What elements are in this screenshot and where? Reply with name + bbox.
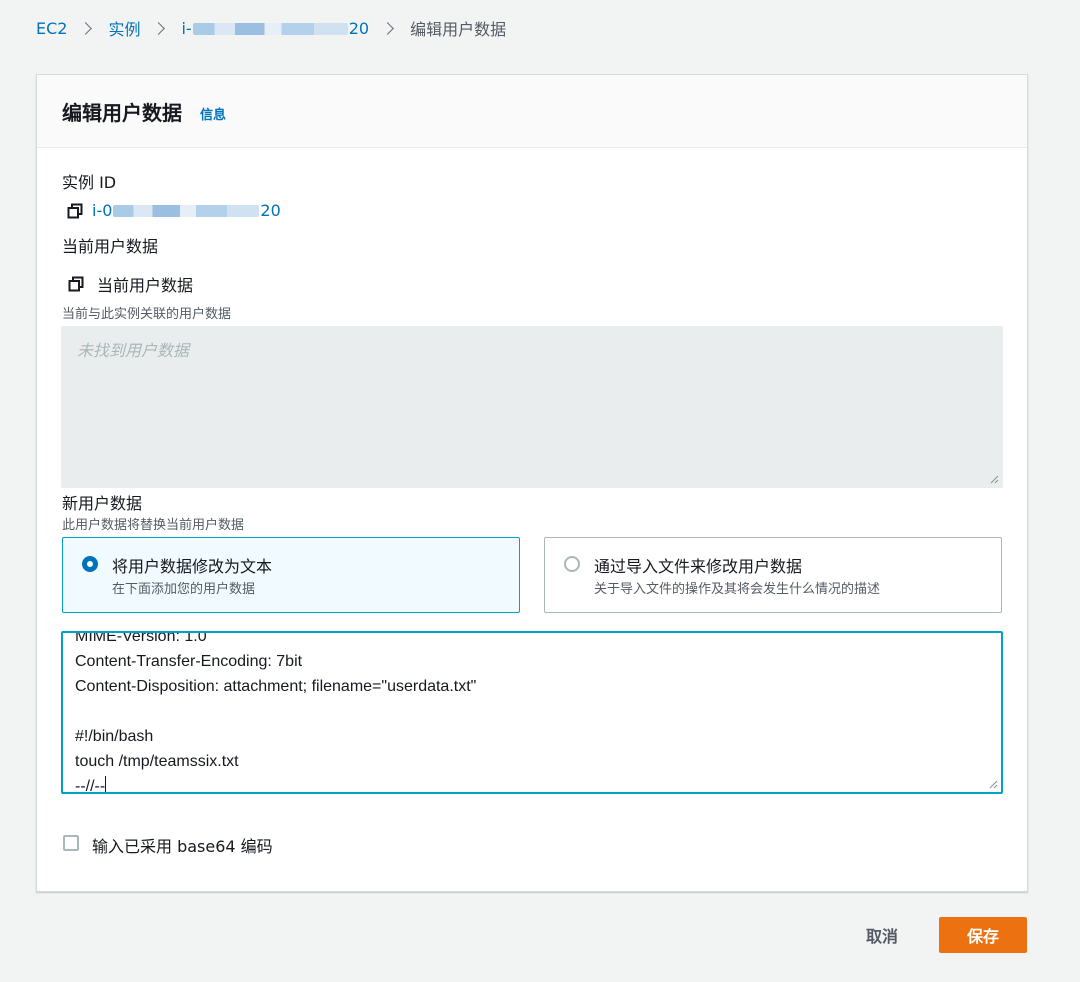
chevron-right-icon (381, 21, 394, 35)
info-link[interactable]: 信息 (200, 104, 226, 123)
option-description: 关于导入文件的操作及其将会发生什么情况的描述 (594, 582, 881, 597)
instance-id-suffix: 20 (260, 201, 281, 220)
breadcrumb-instances[interactable]: 实例 (108, 16, 140, 40)
base64-checkbox-label[interactable]: 输入已采用 base64 编码 (92, 833, 273, 857)
editor-line: touch /tmp/teamssix.txt (75, 753, 239, 770)
page-title: 编辑用户数据 (62, 100, 182, 125)
editor-last-line: --//-- (75, 774, 476, 794)
editor-line: #!/bin/bash (75, 728, 154, 745)
chevron-right-icon (152, 21, 166, 35)
copy-current-user-data[interactable]: 当前用户数据 (68, 272, 193, 296)
redaction-mask (113, 204, 260, 217)
radio-button[interactable] (564, 556, 580, 572)
radio-button-selected[interactable] (82, 556, 98, 572)
breadcrumb: EC2 实例 i- 20 编辑用户数据 (36, 16, 506, 40)
new-user-data-textarea[interactable]: MIME-Version: 1.0 Content-Transfer-Encod… (61, 631, 1003, 794)
chevron-right-icon (79, 21, 93, 35)
current-user-data-description: 当前与此实例关联的用户数据 (62, 307, 232, 322)
resize-handle-icon[interactable] (988, 779, 998, 789)
editor-line: --//-- (75, 778, 106, 794)
text-cursor (105, 776, 107, 792)
instance-id-suffix: 20 (348, 18, 370, 38)
current-user-data-placeholder: 未找到用户数据 (77, 341, 190, 360)
option-title: 通过导入文件来修改用户数据 (594, 557, 803, 576)
copy-current-user-data-label: 当前用户数据 (97, 276, 194, 295)
edit-user-data-panel: 编辑用户数据 信息 实例 ID i-0 20 当前用户数据 当前用户数据 当前与此… (36, 74, 1028, 892)
editor-content: MIME-Version: 1.0 Content-Transfer-Encod… (75, 631, 477, 794)
copy-icon[interactable] (67, 203, 83, 219)
base64-checkbox[interactable] (63, 835, 79, 851)
editor-line: Content-Transfer-Encoding: 7bit (75, 653, 303, 670)
option-title: 将用户数据修改为文本 (112, 557, 273, 576)
panel-header: 编辑用户数据 信息 (37, 75, 1027, 148)
new-user-data-description: 此用户数据将替换当前用户数据 (62, 518, 245, 533)
current-user-data-textarea: 未找到用户数据 (61, 326, 1003, 488)
breadcrumb-ec2[interactable]: EC2 (36, 19, 67, 38)
editor-line: Content-Disposition: attachment; filenam… (75, 678, 477, 695)
new-user-data-label: 新用户数据 (62, 494, 143, 513)
breadcrumb-instance-id[interactable]: i- 20 (181, 19, 369, 38)
save-button[interactable]: 保存 (939, 917, 1027, 953)
editor-line: MIME-Version: 1.0 (75, 631, 207, 645)
option-modify-as-text[interactable]: 将用户数据修改为文本 在下面添加您的用户数据 (62, 537, 520, 613)
instance-id-prefix: i- (181, 18, 192, 38)
option-import-file[interactable]: 通过导入文件来修改用户数据 关于导入文件的操作及其将会发生什么情况的描述 (544, 537, 1002, 613)
instance-id-value: i-0 20 (67, 201, 281, 220)
resize-handle-icon[interactable] (989, 474, 999, 484)
instance-id-prefix: i-0 (92, 201, 113, 220)
current-user-data-label: 当前用户数据 (62, 237, 159, 256)
copy-icon (68, 276, 84, 292)
option-description: 在下面添加您的用户数据 (112, 582, 256, 597)
redaction-mask (192, 23, 348, 35)
cancel-button[interactable]: 取消 (852, 917, 912, 953)
breadcrumb-current: 编辑用户数据 (410, 20, 507, 39)
instance-id-label: 实例 ID (62, 173, 117, 192)
